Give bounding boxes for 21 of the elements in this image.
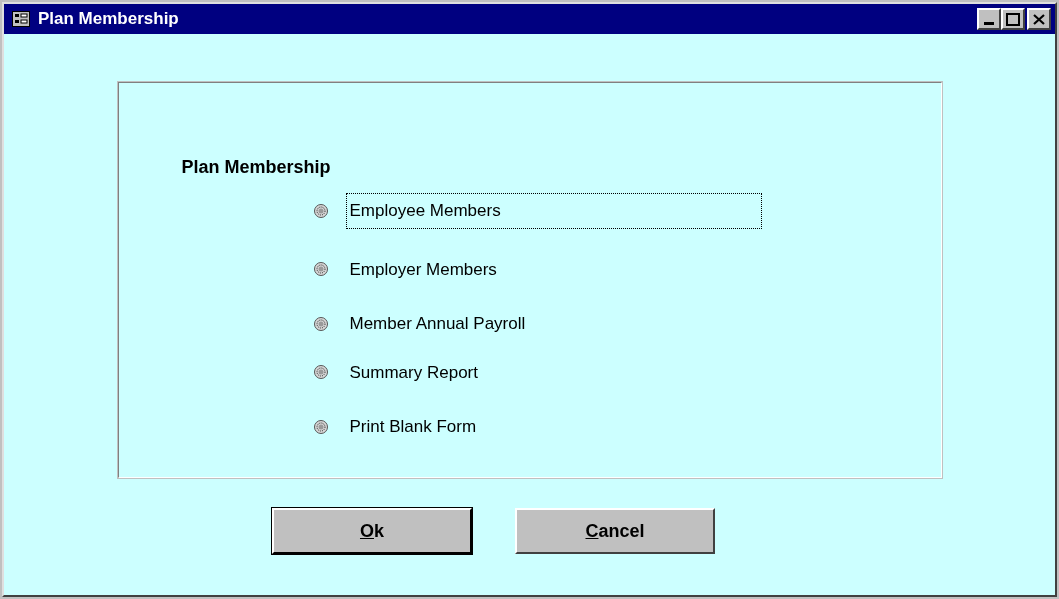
radio-button[interactable]	[313, 203, 328, 218]
close-button[interactable]	[1027, 8, 1051, 30]
radio-button[interactable]	[313, 316, 328, 331]
window-title: Plan Membership	[38, 8, 180, 31]
minimize-icon	[984, 22, 994, 25]
option-label[interactable]: Employee Members	[345, 193, 762, 229]
radio-button[interactable]	[313, 365, 328, 380]
option-label[interactable]: Member Annual Payroll	[345, 306, 530, 342]
radio-button[interactable]	[313, 419, 328, 434]
dialog-button[interactable]: Ok	[272, 508, 472, 554]
radio-button[interactable]	[313, 262, 328, 277]
form-icon	[12, 11, 30, 27]
dialog-button[interactable]: Cancel	[515, 508, 715, 554]
close-icon	[1033, 13, 1045, 25]
group-heading: Plan Membership	[181, 158, 332, 176]
option-label[interactable]: Summary Report	[345, 354, 482, 390]
minimize-button[interactable]	[977, 8, 1001, 30]
option-label[interactable]: Print Blank Form	[345, 409, 481, 445]
maximize-button[interactable]	[1001, 8, 1025, 30]
option-label[interactable]: Employer Members	[345, 251, 501, 287]
maximize-icon	[1006, 12, 1020, 26]
